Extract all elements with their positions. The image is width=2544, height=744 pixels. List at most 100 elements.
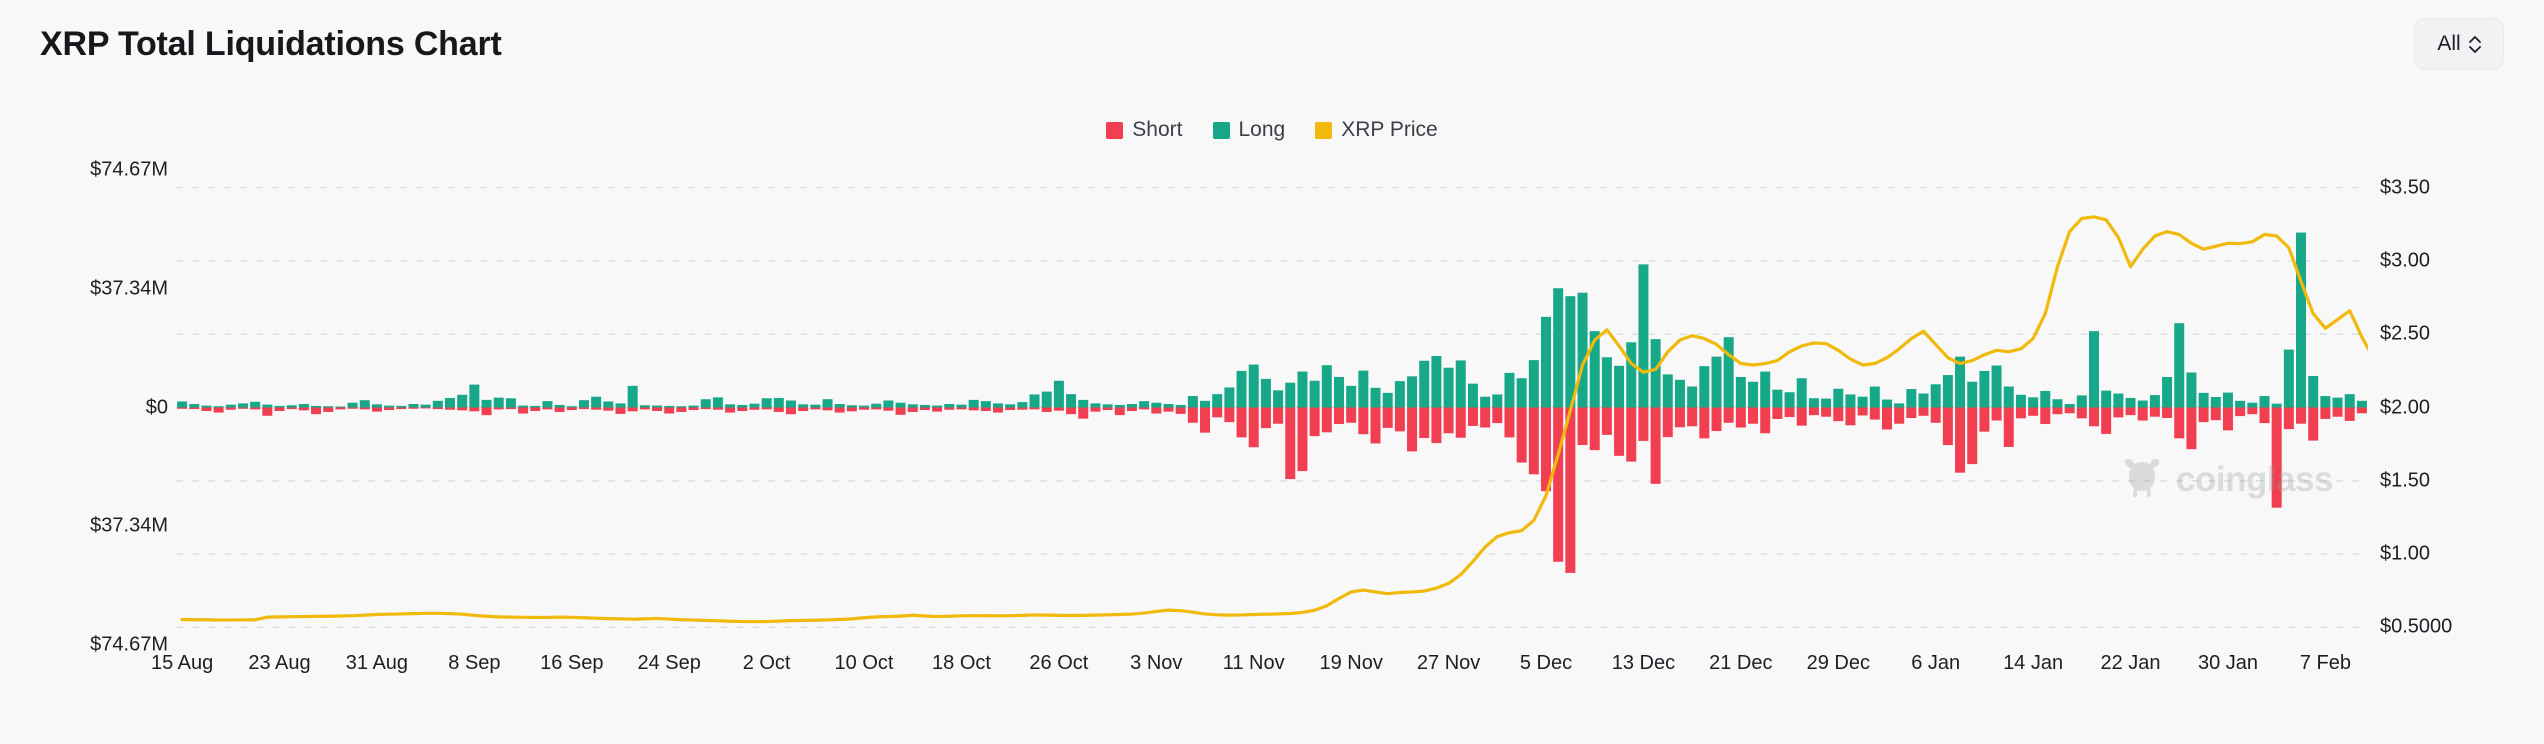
bar-short [700,407,711,410]
bar-short [1419,407,1430,439]
bar-long [1163,404,1174,408]
bar-short [2186,407,2197,450]
bar-long [1845,394,1856,408]
bar-long [445,397,455,408]
x-axis: 15 Aug 23 Aug 31 Aug 8 Sep 16 Sep 24 Sep 2 Oct… [151,652,2368,692]
bar-long [1808,398,1819,408]
bar-short [1760,407,1771,434]
bars-long [177,232,2367,408]
bar-long [1431,355,1442,408]
bar-long [1187,396,1198,408]
bar-short [1808,407,1819,416]
bar-long [834,404,845,408]
bar-short [1967,407,1978,465]
x-axis-tick: 16 Sep [540,652,604,674]
legend-item-xrp-price[interactable]: XRP Price [1315,118,1438,142]
bar-long [2235,400,2246,408]
bar-short [530,407,541,411]
bar-short [2052,407,2063,415]
legend-swatch-xrp-price [1315,121,1333,139]
bar-short [2101,407,2112,434]
bar-long [1979,370,1990,408]
bar-long [1382,392,1393,408]
bar-short [2356,407,2367,414]
bar-long [518,405,529,408]
legend-item-long[interactable]: Long [1212,118,1285,142]
bar-short [1589,407,1600,451]
x-axis-tick: 10 Oct [834,652,894,674]
bar-short [298,407,309,411]
x-axis-tick: 8 Sep [448,652,501,674]
bar-long [2332,397,2343,408]
bar-short [1881,407,1892,430]
bar-long [1260,378,1271,408]
legend-swatch-long [1212,121,1230,139]
bar-long [1139,401,1150,408]
bar-short [554,407,565,412]
bar-short [993,407,1003,413]
bar-long [1480,396,1491,408]
bar-long [1760,371,1771,408]
bar-long [1516,378,1527,408]
bar-long [542,401,553,408]
bar-long [846,405,857,408]
bar-short [1187,407,1198,423]
time-range-select[interactable]: All [2414,18,2504,70]
bar-short [1614,407,1625,456]
bar-long [2003,386,2014,408]
bar-long [749,403,760,408]
bar-short [505,407,516,410]
chart-plot-area [176,170,2368,645]
bar-long [274,405,285,408]
x-axis-tick: 19 Nov [1319,652,1383,674]
bar-long [919,404,930,408]
bar-short [1285,407,1296,480]
bar-short [1273,407,1284,424]
bar-long [1078,399,1089,408]
x-axis-tick: 2 Oct [742,652,791,674]
time-range-value: All [2437,32,2461,55]
bar-long [1650,339,1661,408]
bar-long [1930,384,1941,408]
legend-label-xrp-price: XRP Price [1341,118,1438,141]
bar-short [1687,407,1698,427]
bar-short [566,407,577,411]
bar-short [189,407,200,410]
bar-short [1979,407,1990,432]
x-axis-tick: 22 Jan [2100,652,2161,674]
bar-short [1821,407,1832,417]
bar-short [1504,407,1515,438]
bar-short [737,407,748,411]
bar-long [189,404,200,408]
bar-long [1394,381,1405,408]
legend-item-short[interactable]: Short [1106,118,1183,142]
bar-short [846,407,857,412]
y-axis-left-tick: $37.34M [90,514,168,537]
x-axis-tick: 14 Jan [2003,652,2064,674]
bar-short [919,407,930,411]
bar-short [1626,407,1637,462]
bar-long [2137,400,2148,408]
bar-short [1528,407,1539,475]
bar-short [2210,407,2221,421]
bar-long [688,405,699,408]
bar-long [554,404,565,408]
bar-short [1650,407,1661,484]
x-axis-tick: 5 Dec [1519,652,1573,674]
bar-short [2149,407,2160,417]
bar-long [530,405,541,408]
bar-short [2137,407,2148,421]
bar-long [1333,376,1344,408]
bar-short [968,407,979,411]
bar-short [1492,407,1503,424]
bar-long [810,404,821,408]
bar-short [2235,407,2246,417]
bar-short [1833,407,1844,422]
bar-short [1480,407,1491,428]
bar-long [1224,387,1235,408]
bar-long [1102,404,1113,408]
bar-short [469,407,480,412]
bar-long [396,405,407,408]
bar-short [359,407,370,410]
bar-short [2015,407,2026,419]
